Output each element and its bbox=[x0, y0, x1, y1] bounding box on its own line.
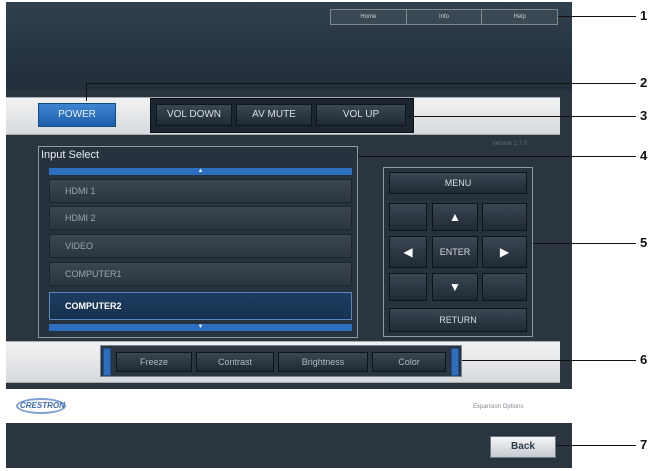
scroll-down-bar[interactable]: ▼ bbox=[49, 324, 352, 331]
picture-scroll-right[interactable] bbox=[451, 348, 459, 376]
callout-line-3 bbox=[408, 116, 636, 117]
crestron-logo: CRESTRON bbox=[20, 401, 65, 410]
callout-6: 6 bbox=[640, 352, 648, 367]
callout-line-4 bbox=[358, 156, 636, 157]
scroll-down-icon[interactable]: ▼ bbox=[198, 324, 204, 330]
arrow-left-icon: ◀ bbox=[403, 245, 413, 259]
vol-up-button[interactable]: VOL UP bbox=[316, 104, 406, 126]
input-select-title: Input Select bbox=[41, 149, 100, 161]
callout-line-7 bbox=[556, 445, 636, 446]
arrow-right-icon: ▶ bbox=[499, 245, 510, 259]
expansion-options-link[interactable]: Expansion Options bbox=[473, 404, 523, 410]
contrast-button[interactable]: Contrast bbox=[196, 352, 274, 372]
nav-blank-tl bbox=[389, 203, 427, 231]
nav-blank-bl bbox=[389, 273, 427, 301]
list-item-computer2[interactable]: COMPUTER2 bbox=[49, 292, 352, 320]
list-item-hdmi1[interactable]: HDMI 1 bbox=[49, 179, 352, 203]
color-button[interactable]: Color bbox=[372, 352, 446, 372]
callout-line-1 bbox=[558, 16, 636, 17]
callout-line-5 bbox=[533, 243, 636, 244]
arrow-down-icon: ▼ bbox=[449, 280, 461, 294]
link-help[interactable]: Help bbox=[482, 10, 557, 24]
right-button[interactable]: ▶ bbox=[482, 236, 527, 268]
link-info[interactable]: Info bbox=[407, 10, 483, 24]
power-button[interactable]: POWER bbox=[38, 103, 116, 127]
list-item-hdmi2[interactable]: HDMI 2 bbox=[49, 206, 352, 230]
enter-button[interactable]: ENTER bbox=[432, 236, 478, 268]
callout-3: 3 bbox=[640, 108, 648, 123]
list-item-video[interactable]: VIDEO bbox=[49, 234, 352, 258]
callout-7: 7 bbox=[640, 437, 648, 452]
av-mute-button[interactable]: AV MUTE bbox=[236, 104, 312, 126]
scroll-up-icon[interactable]: ▲ bbox=[198, 168, 204, 174]
up-button[interactable]: ▲ bbox=[432, 203, 478, 231]
callout-1: 1 bbox=[640, 8, 648, 23]
version-label: Version 2.7.0 bbox=[492, 141, 528, 147]
vol-down-button[interactable]: VOL DOWN bbox=[156, 104, 232, 126]
nav-blank-tr bbox=[482, 203, 527, 231]
picture-scroll-left[interactable] bbox=[103, 348, 111, 376]
callout-line-2 bbox=[86, 83, 636, 84]
back-button[interactable]: Back bbox=[490, 436, 556, 458]
callout-line-2-drop bbox=[86, 83, 87, 101]
link-home[interactable]: Home bbox=[331, 10, 407, 24]
nav-blank-br bbox=[482, 273, 527, 301]
top-links: Home Info Help bbox=[330, 9, 558, 25]
down-button[interactable]: ▼ bbox=[432, 273, 478, 301]
freeze-button[interactable]: Freeze bbox=[116, 352, 192, 372]
callout-line-6 bbox=[462, 360, 636, 361]
list-item-computer1[interactable]: COMPUTER1 bbox=[49, 262, 352, 286]
callout-4: 4 bbox=[640, 148, 648, 163]
callout-2: 2 bbox=[640, 75, 648, 90]
callout-5: 5 bbox=[640, 235, 648, 250]
left-button[interactable]: ◀ bbox=[389, 236, 427, 268]
arrow-up-icon: ▲ bbox=[449, 210, 461, 224]
brightness-button[interactable]: Brightness bbox=[278, 352, 368, 372]
scroll-up-bar[interactable]: ▲ bbox=[49, 168, 352, 175]
return-button[interactable]: RETURN bbox=[389, 308, 527, 332]
menu-button[interactable]: MENU bbox=[389, 172, 527, 194]
